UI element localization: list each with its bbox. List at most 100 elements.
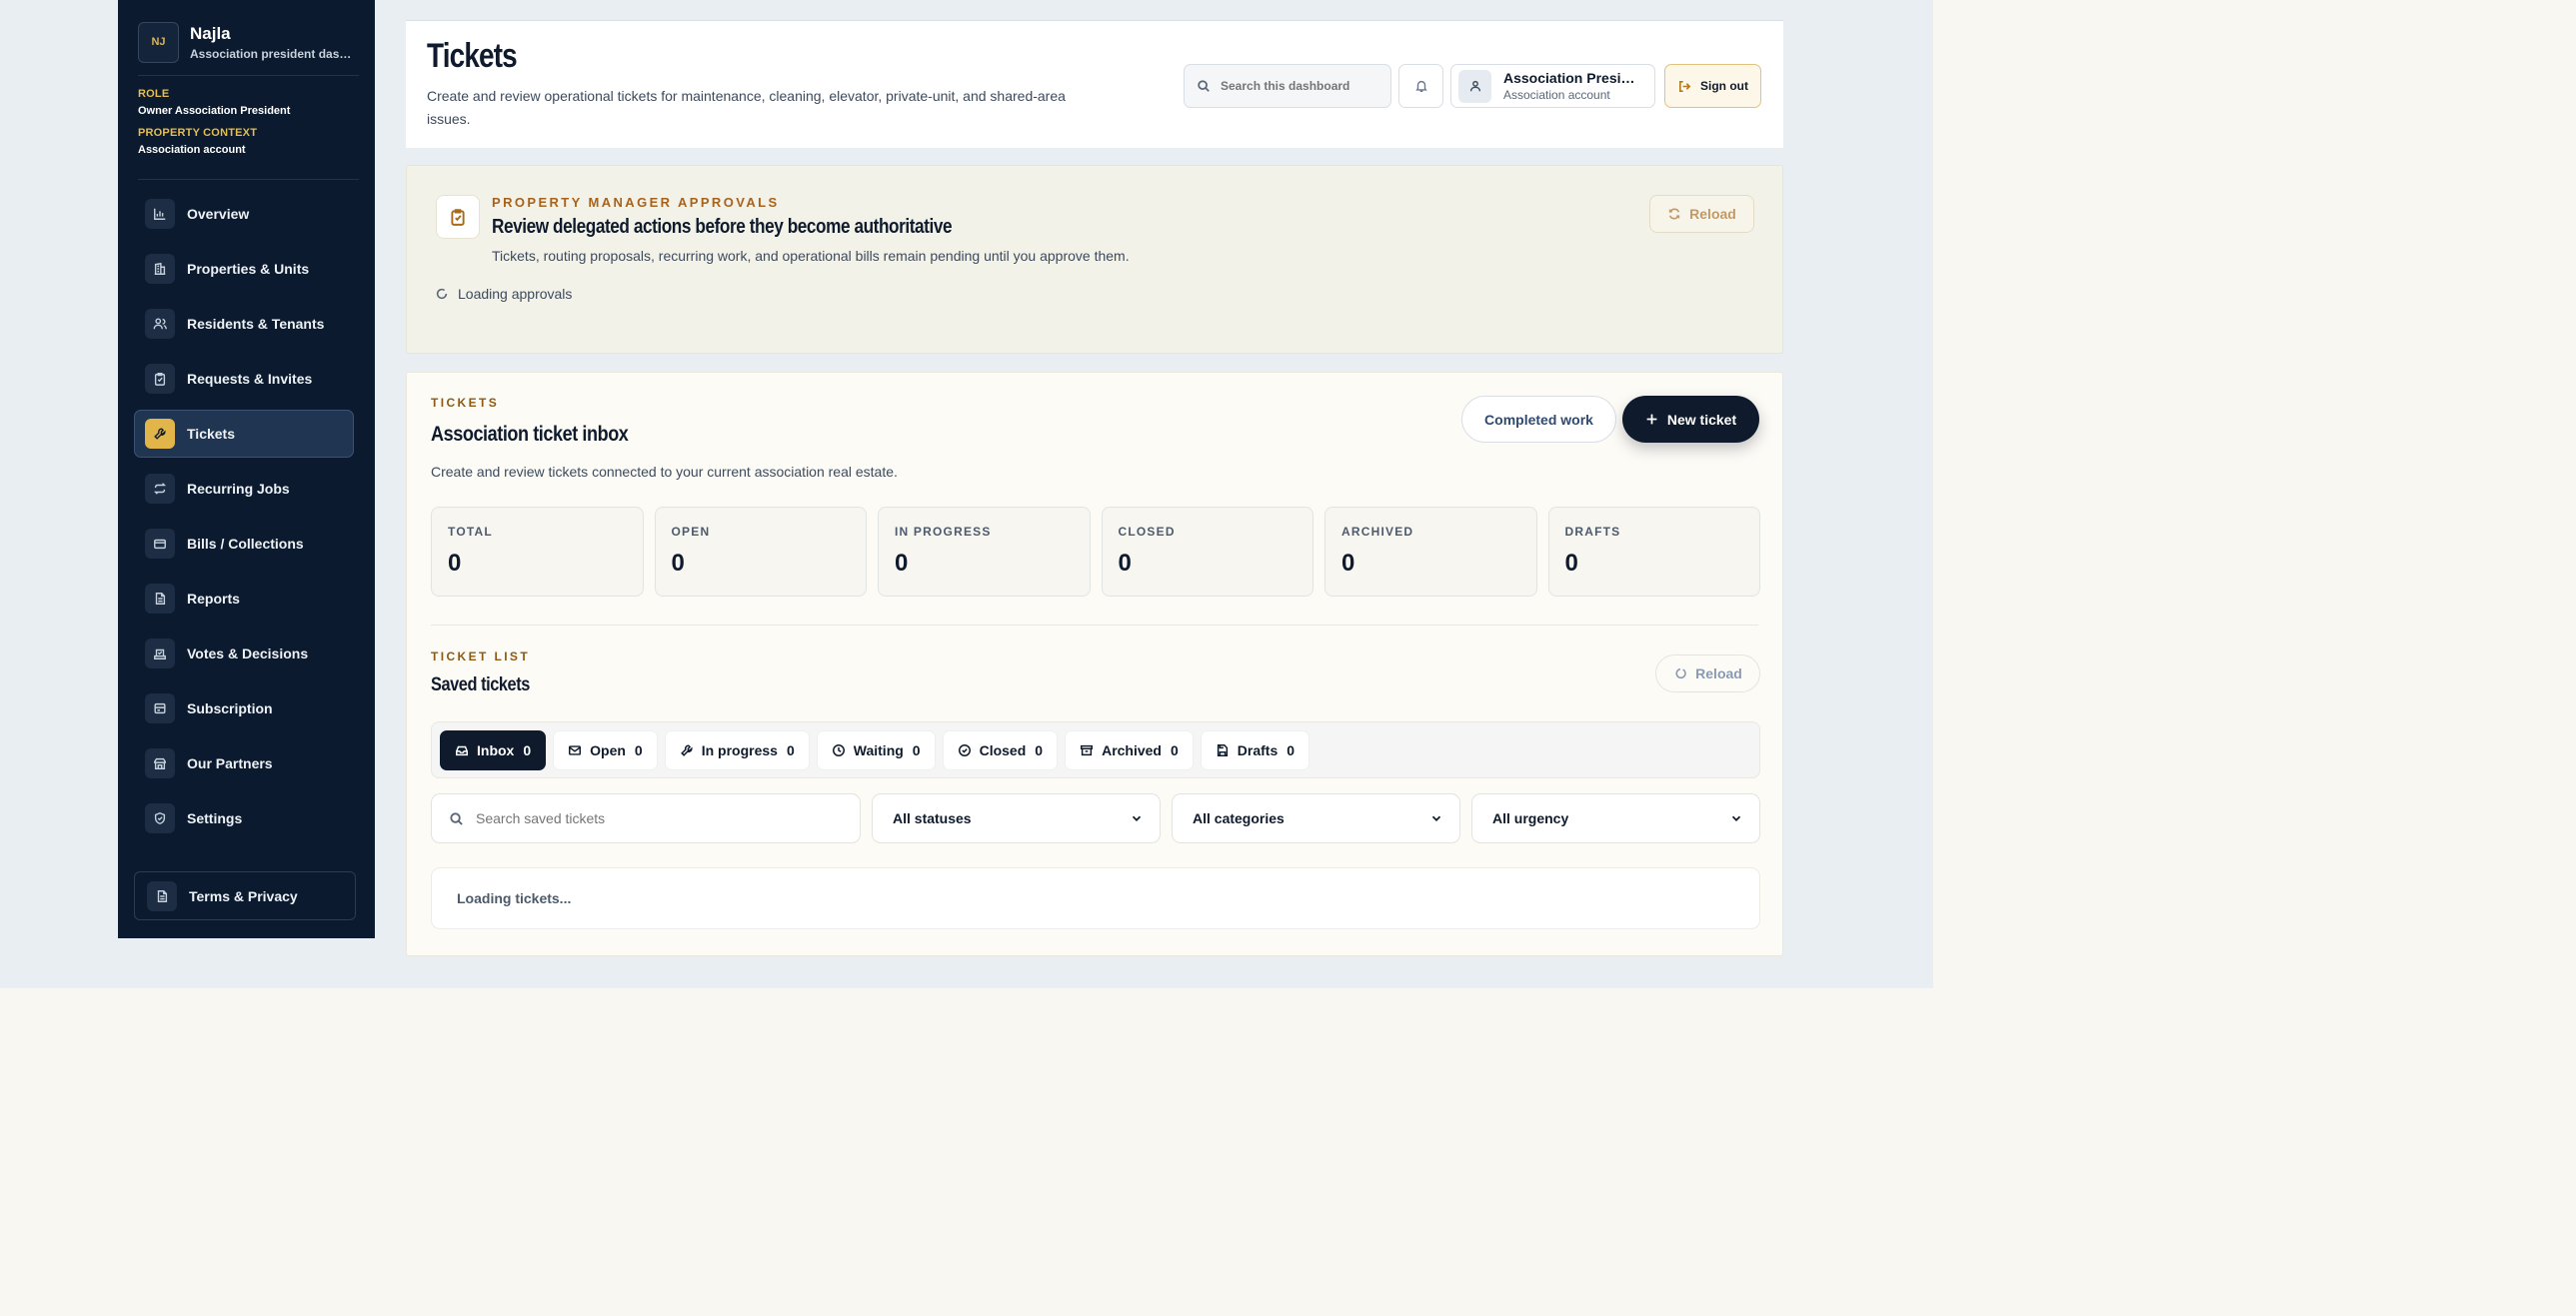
ballot-icon (145, 639, 175, 668)
sidebar-item-label: Settings (187, 810, 243, 826)
archive-icon (1081, 744, 1094, 756)
stat-value: 0 (1564, 550, 1578, 577)
notifications-button[interactable] (1398, 64, 1443, 108)
category-filter-value: All categories (1193, 810, 1285, 826)
stat-label: IN PROGRESS (895, 525, 992, 539)
sidebar-item-properties[interactable]: Properties & Units (134, 245, 354, 293)
sidebar: NJ Najla Association president dashboard… (118, 0, 375, 938)
completed-work-button[interactable]: Completed work (1461, 396, 1616, 443)
dashboard-search[interactable] (1184, 64, 1391, 108)
new-ticket-button[interactable]: New ticket (1622, 396, 1759, 443)
stat-closed: CLOSED 0 (1101, 507, 1313, 597)
sidebar-item-label: Our Partners (187, 755, 273, 771)
sidebar-item-overview[interactable]: Overview (134, 190, 354, 238)
sidebar-item-recurring-jobs[interactable]: Recurring Jobs (134, 465, 354, 513)
plus-icon (1646, 414, 1657, 425)
tab-archived[interactable]: Archived 0 (1065, 730, 1194, 770)
app-shell: NJ Najla Association president dashboard… (0, 0, 1933, 988)
refresh-icon (1675, 667, 1686, 679)
tab-label: In progress (701, 742, 778, 758)
stat-archived: ARCHIVED 0 (1324, 507, 1537, 597)
urgency-filter-value: All urgency (1492, 810, 1569, 826)
stat-drafts: DRAFTS 0 (1547, 507, 1760, 597)
sidebar-item-votes[interactable]: Votes & Decisions (134, 630, 354, 677)
draft-icon (1217, 744, 1228, 756)
brand-subtitle: Association president dashboard (190, 46, 355, 61)
clock-icon (832, 744, 845, 756)
tab-inbox[interactable]: Inbox 0 (440, 730, 547, 770)
sidebar-item-subscription[interactable]: Subscription (134, 684, 354, 732)
sidebar-item-requests[interactable]: Requests & Invites (134, 355, 354, 403)
sign-out-label: Sign out (1700, 79, 1748, 93)
tab-count: 0 (523, 742, 532, 758)
stat-total: TOTAL 0 (431, 507, 644, 597)
tab-in-progress[interactable]: In progress 0 (664, 730, 810, 770)
spinner-icon (436, 288, 448, 300)
brand[interactable]: NJ Najla Association president dashboard (138, 20, 359, 64)
clipboard-icon (145, 364, 175, 394)
tab-label: Archived (1102, 742, 1162, 758)
clipboard-check-icon (436, 195, 480, 239)
role-value: Owner Association President (138, 105, 291, 117)
stat-value: 0 (671, 550, 685, 577)
account-menu[interactable]: Association President Association accoun… (1450, 64, 1655, 108)
approvals-title: Review delegated actions before they bec… (492, 216, 953, 238)
tab-label: Inbox (477, 742, 515, 758)
stat-in-progress: IN PROGRESS 0 (878, 507, 1091, 597)
status-filter[interactable]: All statuses (872, 793, 1161, 843)
tab-open[interactable]: Open 0 (553, 730, 658, 770)
avatar (1458, 69, 1491, 103)
ticket-list-reload-button[interactable]: Reload (1655, 655, 1760, 692)
search-icon (1198, 80, 1210, 92)
section-divider (431, 625, 1758, 626)
sign-out-button[interactable]: Sign out (1664, 64, 1761, 108)
bell-icon (1414, 80, 1427, 92)
approvals-reload-button[interactable]: Reload (1649, 195, 1754, 233)
account-name: Association President (1503, 70, 1643, 86)
sidebar-item-label: Tickets (187, 426, 235, 442)
sidebar-item-reports[interactable]: Reports (134, 575, 354, 623)
tab-count: 0 (1171, 742, 1179, 758)
sidebar-item-bills[interactable]: Bills / Collections (134, 520, 354, 568)
sidebar-nav: Overview Properties & Units Residents & … (134, 190, 354, 849)
shield-icon (145, 803, 175, 833)
sidebar-item-partners[interactable]: Our Partners (134, 739, 354, 787)
dashboard-search-input[interactable] (1221, 79, 1380, 93)
ticket-filters: All statuses All categories All urgency (431, 793, 1760, 843)
tab-drafts[interactable]: Drafts 0 (1200, 730, 1310, 770)
ticket-search[interactable] (431, 793, 861, 843)
stat-label: OPEN (671, 525, 711, 539)
sidebar-item-tickets[interactable]: Tickets (134, 410, 354, 458)
role-label: ROLE (138, 88, 170, 100)
category-filter[interactable]: All categories (1172, 793, 1460, 843)
sidebar-item-label: Subscription (187, 700, 273, 716)
sidebar-divider (138, 179, 359, 180)
terms-privacy-link[interactable]: Terms & Privacy (134, 871, 356, 920)
tab-label: Waiting (853, 742, 904, 758)
approvals-loading-text: Loading approvals (458, 286, 573, 302)
stat-value: 0 (448, 550, 462, 577)
page-header: Tickets Create and review operational ti… (406, 20, 1783, 148)
chevron-down-icon (1132, 815, 1142, 821)
inbox-icon (456, 745, 468, 756)
wrench-icon (680, 744, 693, 756)
property-context-value: Association account (138, 144, 246, 156)
chevron-down-icon (1731, 815, 1741, 821)
context-block: ROLE Owner Association President PROPERT… (138, 88, 290, 166)
approvals-eyebrow: PROPERTY MANAGER APPROVALS (492, 195, 780, 210)
sidebar-item-settings[interactable]: Settings (134, 794, 354, 842)
ticket-search-input[interactable] (476, 810, 836, 826)
sidebar-item-residents[interactable]: Residents & Tenants (134, 300, 354, 348)
urgency-filter[interactable]: All urgency (1471, 793, 1760, 843)
tab-waiting[interactable]: Waiting 0 (816, 730, 936, 770)
property-context-label: PROPERTY CONTEXT (138, 127, 258, 139)
stat-label: ARCHIVED (1341, 525, 1414, 539)
stat-open: OPEN 0 (654, 507, 867, 597)
document-icon (147, 880, 177, 911)
refresh-icon (1668, 208, 1680, 220)
sign-out-icon (1679, 80, 1691, 92)
sidebar-divider (138, 75, 359, 76)
repeat-icon (145, 474, 175, 504)
tab-closed[interactable]: Closed 0 (942, 730, 1059, 770)
wrench-icon (145, 419, 175, 449)
